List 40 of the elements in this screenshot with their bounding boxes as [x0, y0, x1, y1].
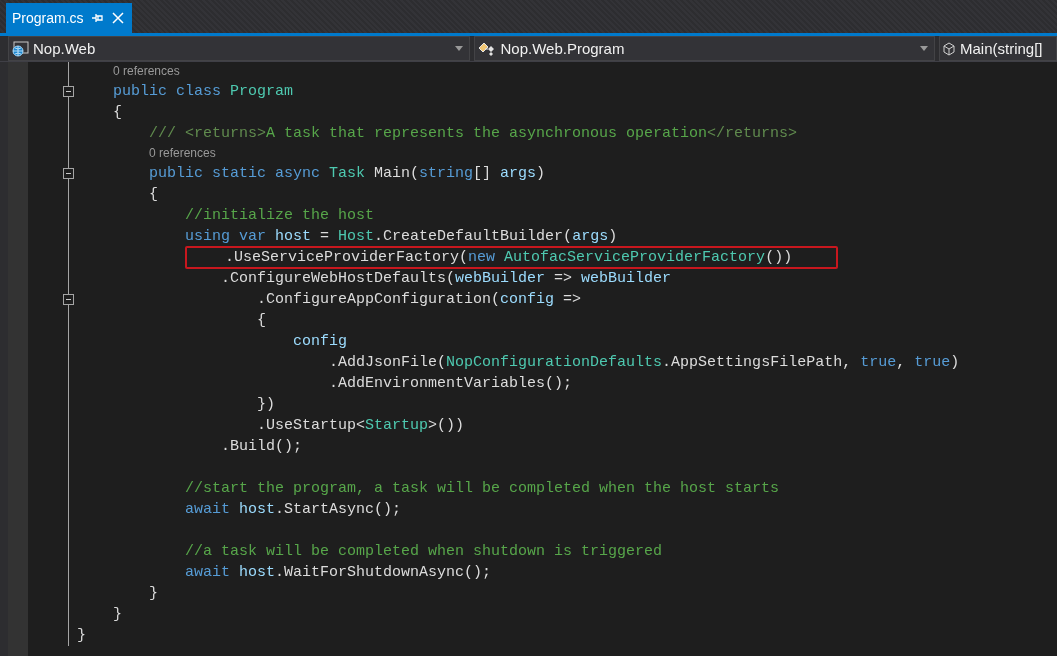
code-line: await host.WaitForShutdownAsync();: [185, 563, 492, 582]
code-line: /// <returns>A task that represents the asynchronous operation</returns>: [149, 124, 798, 143]
navigation-dropdown[interactable]: Main(string[]: [939, 36, 1057, 61]
code-line: .ConfigureAppConfiguration(config =>: [257, 290, 582, 309]
code-line: .AddJsonFile(NopConfigurationDefaults.AppSettingsFilePath, true, true): [329, 353, 960, 372]
code-line: //a task will be completed when shutdown is triggered: [185, 542, 663, 561]
code-line: //start the program, a task will be completed when the host starts: [185, 479, 780, 498]
dropdown-arrow-icon: [920, 46, 928, 51]
code-line: await host.StartAsync();: [185, 500, 402, 519]
pin-icon[interactable]: [91, 13, 104, 23]
code-line: public class Program: [113, 82, 294, 101]
class-icon: [476, 40, 497, 57]
collapse-icon[interactable]: [63, 168, 74, 179]
code-line: .ConfigureWebHostDefaults(webBuilder => webBuilder: [221, 269, 672, 288]
code-line: using var host = Host.CreateDefaultBuilder(args): [185, 227, 618, 246]
references-link[interactable]: 0 references: [149, 145, 216, 162]
cube-icon: [942, 41, 956, 56]
code-line: }: [149, 584, 158, 603]
code-line: {: [113, 103, 122, 122]
code-line: .UseStartup<Startup>()): [257, 416, 465, 435]
collapse-icon[interactable]: [63, 294, 74, 305]
code-line: .Build();: [221, 437, 303, 456]
tab-title: Program.cs: [12, 10, 84, 26]
close-icon[interactable]: [111, 12, 124, 24]
code-line: }: [77, 626, 86, 645]
navigation-dropdown[interactable]: Nop.Web: [8, 36, 470, 61]
navigation-dropdown[interactable]: Nop.Web.Program: [473, 36, 935, 61]
code-line: }: [113, 605, 122, 624]
references-link[interactable]: 0 references: [113, 63, 180, 80]
code-line: //initialize the host: [185, 206, 375, 225]
globe-window-icon: [11, 40, 29, 57]
code-line: .AddEnvironmentVariables();: [329, 374, 573, 393]
code-line: }): [257, 395, 276, 414]
dropdown-arrow-icon: [454, 46, 463, 51]
code-line: {: [149, 185, 158, 204]
collapse-icon[interactable]: [63, 86, 74, 97]
code-line: {: [257, 311, 267, 330]
file-tab[interactable]: Program.cs: [6, 3, 132, 33]
code-line: public static async Task Main(string[] args): [149, 164, 546, 183]
code-line: config: [293, 332, 348, 351]
